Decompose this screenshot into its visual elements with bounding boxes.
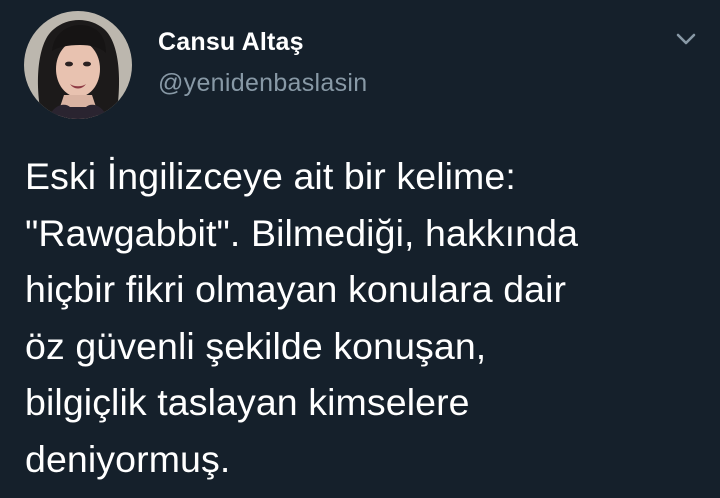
tweet-text-line: hiçbir fikri olmayan konulara dair (25, 268, 567, 310)
tweet-text-line: bilgiçlik taslayan kimselere (25, 381, 470, 423)
tweet-text-line: deniyormuş. (25, 437, 231, 480)
display-name[interactable]: Cansu Altaş (158, 28, 304, 57)
chevron-down-icon[interactable] (672, 28, 700, 50)
tweet-text-line: öz güvenli şekilde konuşan, (25, 324, 487, 367)
tweet-text-line: Eski İngilizceye ait bir kelime: (25, 155, 516, 197)
tweet-text-line: "Rawgabbit". Bilmediği, hakkında (25, 211, 579, 254)
tweet-card: Cansu Altaş @yenidenbaslasin Eski İngili… (0, 0, 720, 498)
avatar[interactable] (24, 11, 132, 119)
profile-photo-icon (24, 11, 132, 119)
user-handle[interactable]: @yenidenbaslasin (158, 69, 367, 98)
tweet-text: Eski İngilizceye ait bir kelime: "Rawgab… (25, 148, 705, 487)
